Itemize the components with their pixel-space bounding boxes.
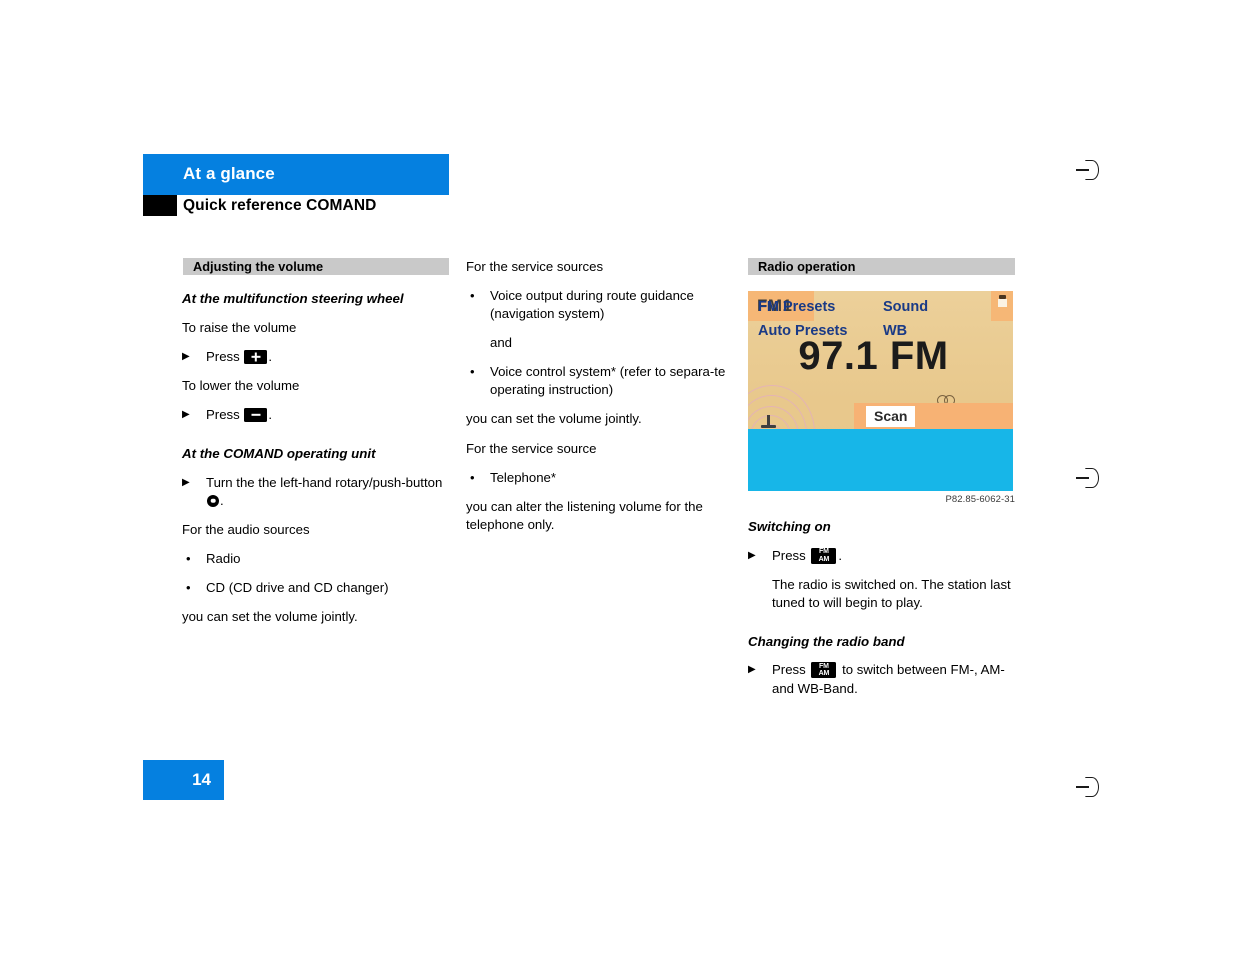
- header-black-marker: [143, 195, 177, 216]
- instruction-text: Press FM AM.: [772, 547, 1015, 565]
- volume-down-key-icon: [244, 407, 268, 422]
- middle-column: For the service sources • Voice output d…: [466, 258, 733, 545]
- fm-am-key-top-label: FM: [819, 662, 829, 670]
- press-label: Press: [772, 662, 806, 678]
- instruction-press-fm-am-switch-on: ▶ Press FM AM.: [748, 547, 1015, 565]
- bullet-marker-icon: •: [186, 550, 191, 566]
- list-item-label: CD (CD drive and CD changer): [206, 579, 389, 595]
- arrow-marker-icon: ▶: [182, 408, 190, 420]
- period: .: [268, 348, 273, 364]
- instruction-press-fm-am-change-band: ▶ Press FM AM to switch between FM-, AM- …: [748, 661, 1015, 697]
- radio-frequency-display: 97.1 FM: [798, 334, 949, 378]
- instruction-text: Press .: [206, 348, 449, 366]
- list-item-label: Voice control system* (refer to separa-t…: [490, 364, 726, 398]
- volume-up-key-icon: [244, 349, 268, 364]
- press-label: Press: [206, 348, 240, 364]
- instruction-press-volume-up: ▶ Press .: [182, 348, 449, 366]
- list-item: • Radio: [182, 550, 449, 568]
- figure-caption: P82.85-6062-31: [945, 494, 1015, 505]
- instruction-press-volume-down: ▶ Press .: [182, 406, 449, 424]
- right-column: Radio operation FM1 97.1 FM Scan FM Pres…: [748, 258, 1015, 709]
- turn-instruction-label: Turn the the left-hand rotary/push-butto…: [206, 474, 443, 490]
- subheading-multifunction-steering-wheel: At the multifunction steering wheel: [182, 291, 404, 306]
- rotary-push-button-icon: [207, 494, 219, 507]
- radio-menu-item-sound: Sound: [883, 299, 929, 315]
- radio-figure-wrapper: FM1 97.1 FM Scan FM Presets Auto Presets: [748, 291, 1015, 513]
- list-item: • Telephone*: [466, 469, 733, 487]
- page-number-box: 14: [143, 760, 224, 800]
- page-number: 14: [192, 770, 211, 789]
- radio-menu-item-auto-presets: Auto Presets: [758, 323, 848, 339]
- text-audio-sources-outro: you can set the volume jointly.: [182, 608, 358, 624]
- section-header-adjusting-volume: Adjusting the volume: [183, 258, 449, 275]
- list-item: • CD (CD drive and CD changer): [182, 579, 449, 597]
- section-header-radio-operation: Radio operation: [748, 258, 1015, 275]
- radio-menu-item-fm-presets: FM Presets: [758, 299, 836, 315]
- text-to-raise-volume: To raise the volume: [182, 319, 297, 335]
- period: .: [268, 406, 273, 422]
- binding-registration-mark-icon: [1076, 775, 1102, 799]
- traffic-info-icon: [998, 295, 1007, 307]
- period: .: [220, 492, 224, 508]
- list-item: • Voice output during route guidance (na…: [466, 287, 733, 323]
- instruction-text: Turn the the left-hand rotary/push-butto…: [206, 474, 449, 510]
- arrow-marker-icon: ▶: [182, 476, 190, 488]
- left-column: Adjusting the volume At the multifunctio…: [182, 258, 449, 637]
- text-audio-sources-intro: For the audio sources: [182, 521, 310, 537]
- bullet-marker-icon: •: [470, 469, 475, 485]
- bullet-marker-icon: •: [186, 579, 191, 595]
- subheading-switching-on: Switching on: [748, 519, 831, 534]
- text-switching-on-result: The radio is switched on. The station la…: [772, 576, 1011, 610]
- bullet-marker-icon: •: [470, 288, 475, 304]
- fm-am-key-bottom-label: AM: [818, 670, 830, 678]
- list-item-label: Radio: [206, 550, 241, 566]
- press-label: Press: [206, 406, 240, 422]
- text-service-source-intro: For the service source: [466, 440, 597, 456]
- fm-am-key-top-label: FM: [819, 548, 829, 556]
- list-item-label: Telephone*: [490, 469, 556, 485]
- fm-am-key-bottom-label: AM: [818, 555, 830, 563]
- binding-registration-mark-icon: [1076, 158, 1102, 182]
- list-item: • Voice control system* (refer to separa…: [466, 363, 733, 399]
- period: .: [838, 547, 843, 563]
- text-service-sources-intro: For the service sources: [466, 259, 604, 274]
- comand-radio-display-screenshot: FM1 97.1 FM Scan FM Presets Auto Presets: [748, 291, 1013, 491]
- binding-registration-mark-icon: [1076, 466, 1102, 490]
- arrow-marker-icon: ▶: [748, 664, 756, 676]
- instruction-text: Press .: [206, 406, 449, 424]
- fm-am-key-icon: FM AM: [811, 662, 837, 679]
- fm-am-key-icon: FM AM: [811, 547, 837, 564]
- subheading-comand-operating-unit: At the COMAND operating unit: [182, 445, 376, 461]
- chapter-header-bar: At a glance: [143, 154, 449, 195]
- arrow-marker-icon: ▶: [748, 549, 756, 561]
- page-subtitle: Quick reference COMAND: [183, 197, 377, 214]
- press-label: Press: [772, 547, 806, 563]
- radio-scan-button: Scan: [866, 406, 916, 427]
- instruction-turn-rotary-button: ▶ Turn the the left-hand rotary/push-but…: [182, 474, 449, 510]
- arrow-marker-icon: ▶: [182, 350, 190, 362]
- text-service-source-outro: you can alter the listening volume for t…: [466, 498, 703, 532]
- text-service-sources-outro: you can set the volume jointly.: [466, 411, 642, 427]
- changing-band-text: to switch between FM-, AM- and WB-Band.: [772, 662, 1005, 696]
- chapter-title: At a glance: [183, 164, 275, 183]
- subheading-changing-radio-band: Changing the radio band: [748, 633, 905, 649]
- text-to-lower-volume: To lower the volume: [182, 377, 300, 393]
- radio-menu-bar: [748, 429, 1013, 491]
- list-item-label: Voice output during route guidance (navi…: [490, 288, 694, 322]
- text-connector-and: and: [490, 335, 513, 351]
- bullet-marker-icon: •: [470, 364, 475, 380]
- radio-menu-item-wb: WB: [883, 323, 908, 339]
- instruction-text: Press FM AM to switch between FM-, AM- an…: [772, 661, 1015, 697]
